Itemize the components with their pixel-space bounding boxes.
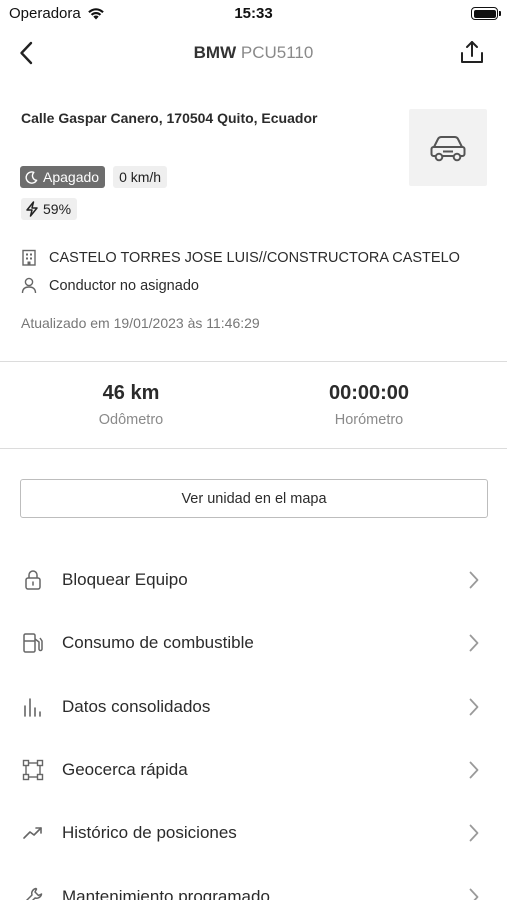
vehicle-plate: PCU5110 xyxy=(240,43,314,62)
menu-item-label: Consumo de combustible xyxy=(62,633,254,652)
odometer-label: Odômetro xyxy=(98,412,164,428)
hourmeter-value: 00:00:00 xyxy=(328,382,410,404)
vehicle-brand: BMW xyxy=(193,43,237,62)
building-icon xyxy=(22,249,36,266)
menu-item-label: Geocerca rápida xyxy=(62,760,188,779)
chevron-right-icon xyxy=(467,760,481,780)
lightning-icon xyxy=(26,201,38,217)
lock-icon xyxy=(21,568,45,592)
trend-icon xyxy=(21,821,45,845)
menu-item-position-history[interactable]: Histórico de posiciones xyxy=(0,807,507,859)
nav-bar: BMW PCU5110 xyxy=(0,28,507,78)
battery-level: 59% xyxy=(43,201,72,217)
fuel-pump-icon xyxy=(21,631,45,655)
divider-top xyxy=(0,361,507,362)
share-button[interactable] xyxy=(457,37,487,67)
ignition-badge: Apagado xyxy=(20,166,106,188)
ignition-state: Apagado xyxy=(43,169,100,185)
page-title: BMW PCU5110 xyxy=(0,43,507,63)
menu-item-consolidated-data[interactable]: Datos consolidados xyxy=(0,681,507,733)
vehicle-thumbnail xyxy=(409,109,487,186)
status-time: 15:33 xyxy=(234,5,273,22)
last-updated: Atualizado em 19/01/2023 às 11:46:29 xyxy=(21,315,260,331)
odometer-value: 46 km xyxy=(102,382,160,404)
hourmeter-stat: 00:00:00 Horómetro xyxy=(259,382,479,428)
status-badges: Apagado 0 km/h xyxy=(20,166,168,188)
odometer-stat: 46 km Odômetro xyxy=(21,382,241,428)
view-on-map-button[interactable]: Ver unidad en el mapa xyxy=(20,479,488,518)
menu-item-quick-geofence[interactable]: Geocerca rápida xyxy=(0,744,507,796)
vehicle-address: Calle Gaspar Canero, 170504 Quito, Ecuad… xyxy=(21,110,318,126)
divider-bottom xyxy=(0,448,507,449)
battery-badge: 59% xyxy=(21,198,78,220)
chevron-right-icon xyxy=(467,697,481,717)
menu-item-label: Mantenimiento programado xyxy=(62,887,270,900)
chevron-right-icon xyxy=(467,570,481,590)
driver-line: Conductor no asignado xyxy=(21,277,199,294)
menu-item-fuel-consumption[interactable]: Consumo de combustible xyxy=(0,617,507,669)
driver-name: Conductor no asignado xyxy=(49,277,199,294)
status-bar: Operadora 15:33 xyxy=(0,0,507,28)
person-icon xyxy=(21,277,37,294)
chevron-right-icon xyxy=(467,887,481,900)
menu-item-label: Histórico de posiciones xyxy=(62,823,237,842)
menu-item-scheduled-maintenance[interactable]: Mantenimiento programado xyxy=(0,871,507,900)
moon-icon xyxy=(25,170,38,184)
speed-value: 0 km/h xyxy=(119,169,162,185)
company-name: CASTELO TORRES JOSE LUIS//CONSTRUCTORA C… xyxy=(49,249,460,266)
wrench-icon xyxy=(21,885,45,900)
car-icon xyxy=(430,135,466,161)
menu-item-label: Bloquear Equipo xyxy=(62,570,188,589)
geofence-icon xyxy=(21,758,45,782)
share-icon xyxy=(461,41,483,63)
bar-chart-icon xyxy=(21,695,45,719)
company-line: CASTELO TORRES JOSE LUIS//CONSTRUCTORA C… xyxy=(21,249,460,266)
battery-icon xyxy=(471,7,501,20)
hourmeter-label: Horómetro xyxy=(334,412,404,428)
menu-item-label: Datos consolidados xyxy=(62,697,211,716)
speed-badge: 0 km/h xyxy=(113,166,168,188)
chevron-right-icon xyxy=(467,633,481,653)
menu-item-lock-equipment[interactable]: Bloquear Equipo xyxy=(0,554,507,606)
chevron-right-icon xyxy=(467,823,481,843)
